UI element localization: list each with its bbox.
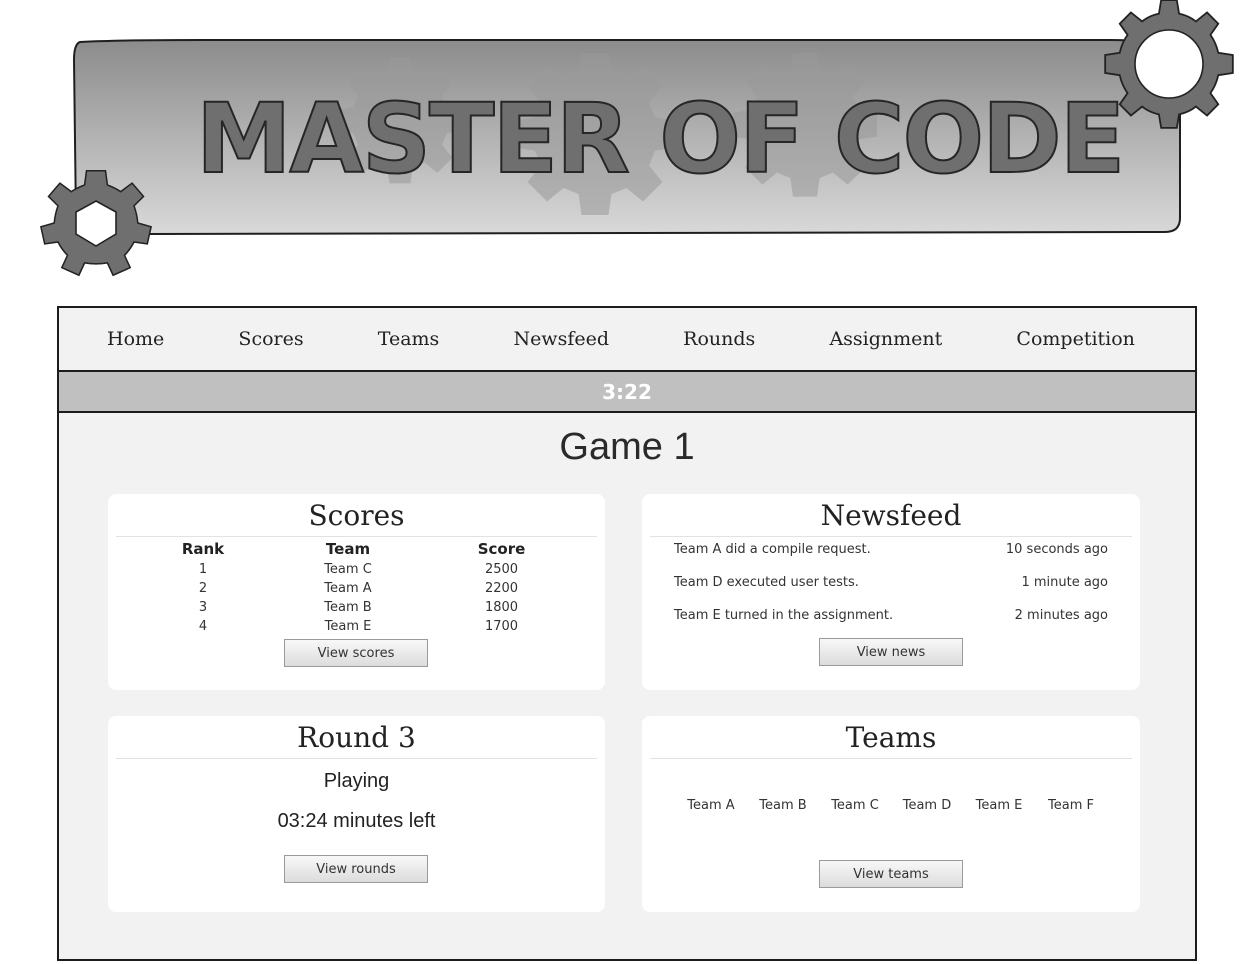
timer-bar: 3:22 [59, 372, 1195, 413]
banner: MASTER OF CODE [0, 0, 1253, 290]
table-row: 1 Team C 2500 [108, 560, 605, 579]
scores-table: Rank Team Score 1 Team C 2500 2 Team A 2… [108, 538, 605, 636]
teams-panel-title: Teams [650, 720, 1132, 759]
view-news-button[interactable]: View news [819, 638, 963, 666]
view-scores-button[interactable]: View scores [284, 639, 428, 667]
team-cell: Team A [324, 581, 372, 596]
team-cell: Team E [324, 619, 372, 634]
scores-panel: Scores Rank Team Score 1 Team C 2500 2 T… [108, 494, 605, 690]
news-item: Team E turned in the assignment. 2 minut… [674, 608, 1108, 628]
team-link[interactable]: Team C [819, 798, 891, 813]
news-text: Team E turned in the assignment. [674, 608, 894, 623]
news-time: 1 minute ago [1021, 575, 1108, 590]
nav-item-rounds[interactable]: Rounds [683, 328, 755, 350]
nav-item-home[interactable]: Home [107, 328, 164, 350]
team-link[interactable]: Team E [963, 798, 1035, 813]
nav-item-scores[interactable]: Scores [238, 328, 303, 350]
table-row: 3 Team B 1800 [108, 598, 605, 617]
nav-item-competition[interactable]: Competition [1016, 328, 1135, 350]
rank-cell: 2 [198, 581, 208, 596]
nav-item-teams[interactable]: Teams [378, 328, 440, 350]
newsfeed-panel: Newsfeed Team A did a compile request. 1… [642, 494, 1140, 690]
news-time: 2 minutes ago [1014, 608, 1108, 623]
round-time-remaining: 03:24 minutes left [277, 810, 436, 832]
team-link[interactable]: Team B [747, 798, 819, 813]
view-teams-button[interactable]: View teams [819, 860, 963, 888]
rank-cell: 3 [198, 600, 208, 615]
main-frame: Home Scores Teams Newsfeed Rounds Assign… [57, 306, 1197, 961]
nav-bar: Home Scores Teams Newsfeed Rounds Assign… [59, 308, 1195, 372]
scores-panel-title: Scores [116, 498, 597, 537]
newsfeed-panel-title: Newsfeed [650, 498, 1132, 537]
table-row: 4 Team E 1700 [108, 617, 605, 636]
team-link[interactable]: Team F [1035, 798, 1107, 813]
news-item: Team D executed user tests. 1 minute ago [674, 575, 1108, 595]
round-panel-title: Round 3 [116, 720, 597, 759]
view-rounds-button[interactable]: View rounds [284, 855, 428, 883]
score-cell: 2500 [484, 562, 519, 577]
column-header-rank: Rank [181, 540, 225, 558]
team-cell: Team C [324, 562, 372, 577]
team-link[interactable]: Team D [891, 798, 963, 813]
column-header-score: Score [477, 540, 526, 558]
rank-cell: 4 [198, 619, 208, 634]
nav-item-assignment[interactable]: Assignment [829, 328, 942, 350]
nav-item-newsfeed[interactable]: Newsfeed [513, 328, 609, 350]
score-cell: 1700 [484, 619, 519, 634]
column-header-team: Team [325, 540, 371, 558]
banner-title: MASTER OF CODE [195, 83, 1126, 195]
round-panel: Round 3 Playing 03:24 minutes left View … [108, 716, 605, 912]
gear-icon [40, 169, 152, 277]
round-status: Playing [323, 770, 390, 792]
rank-cell: 1 [198, 562, 208, 577]
teams-panel: Teams Team A Team B Team C Team D Team E… [642, 716, 1140, 912]
table-header-row: Rank Team Score [108, 538, 605, 560]
table-row: 2 Team A 2200 [108, 579, 605, 598]
team-cell: Team B [324, 600, 372, 615]
page-title: Game 1 [559, 426, 695, 468]
news-text: Team A did a compile request. [674, 542, 871, 557]
team-link[interactable]: Team A [675, 798, 747, 813]
timer-value: 3:22 [602, 379, 652, 404]
score-cell: 2200 [484, 581, 519, 596]
gear-icon [1104, 0, 1234, 129]
news-time: 10 seconds ago [1005, 542, 1108, 557]
news-text: Team D executed user tests. [674, 575, 859, 590]
teams-list: Team A Team B Team C Team D Team E Team … [642, 798, 1140, 813]
news-item: Team A did a compile request. 10 seconds… [674, 542, 1108, 562]
score-cell: 1800 [484, 600, 519, 615]
